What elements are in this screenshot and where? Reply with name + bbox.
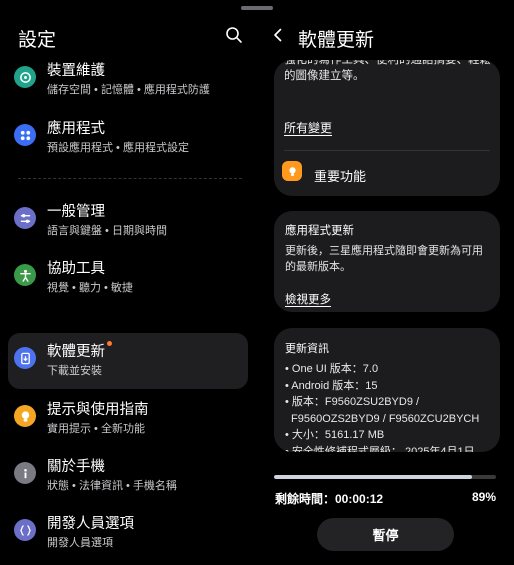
- settings-item-tips[interactable]: 提示與使用指南 實用提示 • 全新功能: [8, 391, 248, 447]
- back-arrow-icon[interactable]: [271, 28, 285, 42]
- section-divider: [18, 178, 242, 179]
- item-title: 一般管理: [47, 204, 105, 220]
- download-progress-fill: [274, 475, 472, 479]
- item-subtitle: 預設應用程式 • 應用程式設定: [47, 142, 189, 154]
- settings-item-about-phone[interactable]: 關於手機 狀態 • 法律資訊 • 手機名稱: [8, 448, 248, 504]
- item-title: 協助工具: [47, 261, 105, 277]
- settings-item-device-care[interactable]: 裝置維護 儲存空間 • 記憶體 • 應用程式防護: [8, 52, 248, 108]
- update-info-line: • Android 版本：15: [285, 379, 378, 392]
- settings-title: 設定: [18, 30, 57, 51]
- pause-button[interactable]: 暫停: [317, 518, 454, 551]
- item-subtitle: 下載並安裝: [47, 365, 102, 377]
- developer-options-icon: [14, 519, 36, 541]
- update-info-heading: 更新資訊: [285, 343, 329, 355]
- remaining-time: 剩餘時間：00:00:12: [275, 492, 384, 506]
- update-info-line: • One UI 版本：7.0: [285, 363, 379, 375]
- software-update-pane: 軟體更新 強化的寫作工具、便利的通話摘要、輕鬆的圖像建立等。 所有變更 重要功能…: [257, 0, 514, 565]
- app-updates-body: 更新後，三星應用程式隨即會更新為可用的最新版本。: [285, 245, 483, 273]
- view-more-link[interactable]: 檢視更多: [285, 291, 331, 307]
- item-subtitle: 視覺 • 聽力 • 敏捷: [47, 282, 133, 294]
- item-subtitle: 儲存空間 • 記憶體 • 應用程式防護: [47, 84, 210, 96]
- search-icon[interactable]: [225, 26, 243, 44]
- settings-item-software-update[interactable]: 軟體更新 下載並安裝: [8, 333, 248, 389]
- settings-pane: 設定 裝置維護 儲存空間 • 記憶體 • 應用程式防護 應用程式 預設應用程式 …: [0, 0, 257, 565]
- settings-item-accessibility[interactable]: 協助工具 視覺 • 聽力 • 敏捷: [8, 250, 248, 306]
- apps-icon: [14, 124, 36, 146]
- general-management-icon: [14, 207, 36, 229]
- tips-icon: [14, 405, 36, 427]
- whats-new-card: 強化的寫作工具、便利的通話摘要、輕鬆的圖像建立等。 所有變更 重要功能: [274, 60, 500, 196]
- item-title: 應用程式: [47, 121, 105, 137]
- lightbulb-icon: [282, 161, 302, 181]
- update-info-line: F9560OZS2BYD9 / F9560ZCU2BYCH: [291, 412, 480, 425]
- whats-new-description: 強化的寫作工具、便利的通話摘要、輕鬆的圖像建立等。: [284, 60, 491, 82]
- settings-item-developer-options[interactable]: 開發人員選項 開發人員選項: [8, 505, 248, 561]
- update-info-line: • 大小：5161.17 MB: [285, 429, 385, 441]
- update-info-list: • One UI 版本：7.0 • Android 版本：15 • 版本：F95…: [285, 361, 479, 452]
- settings-item-general-management[interactable]: 一般管理 語言與鍵盤 • 日期與時間: [8, 193, 248, 249]
- device-care-icon: [14, 66, 36, 88]
- item-subtitle: 實用提示 • 全新功能: [47, 423, 145, 435]
- software-update-icon: [14, 347, 36, 369]
- card-divider: [284, 150, 490, 151]
- app-updates-card: 應用程式更新 更新後，三星應用程式隨即會更新為可用的最新版本。 檢視更多: [274, 211, 500, 312]
- key-features-item[interactable]: 重要功能: [314, 166, 366, 185]
- settings-item-apps[interactable]: 應用程式 預設應用程式 • 應用程式設定: [8, 110, 248, 166]
- item-subtitle: 語言與鍵盤 • 日期與時間: [47, 225, 167, 237]
- page-title: 軟體更新: [298, 30, 375, 51]
- update-info-card: 更新資訊 • One UI 版本：7.0 • Android 版本：15 • 版…: [274, 328, 500, 452]
- item-title: 開發人員選項: [47, 516, 134, 532]
- progress-percent: 89%: [471, 490, 496, 504]
- item-subtitle: 開發人員選項: [47, 537, 113, 549]
- item-title: 裝置維護: [47, 63, 105, 79]
- accessibility-icon: [14, 264, 36, 286]
- item-title: 提示與使用指南: [47, 402, 149, 418]
- new-badge-dot: [107, 341, 112, 346]
- item-title: 關於手機: [47, 459, 105, 475]
- update-info-line: • 安全性修補程式層級： 2025年4月1日: [285, 445, 475, 453]
- all-changes-link[interactable]: 所有變更: [284, 119, 332, 136]
- info-icon: [14, 462, 36, 484]
- item-title: 軟體更新: [47, 340, 112, 361]
- download-progress-bar: [274, 475, 496, 479]
- item-subtitle: 狀態 • 法律資訊 • 手機名稱: [47, 480, 177, 492]
- update-info-line: • 版本：F9560ZSU2BYD9 /: [285, 396, 420, 408]
- app-updates-heading: 應用程式更新: [285, 225, 354, 237]
